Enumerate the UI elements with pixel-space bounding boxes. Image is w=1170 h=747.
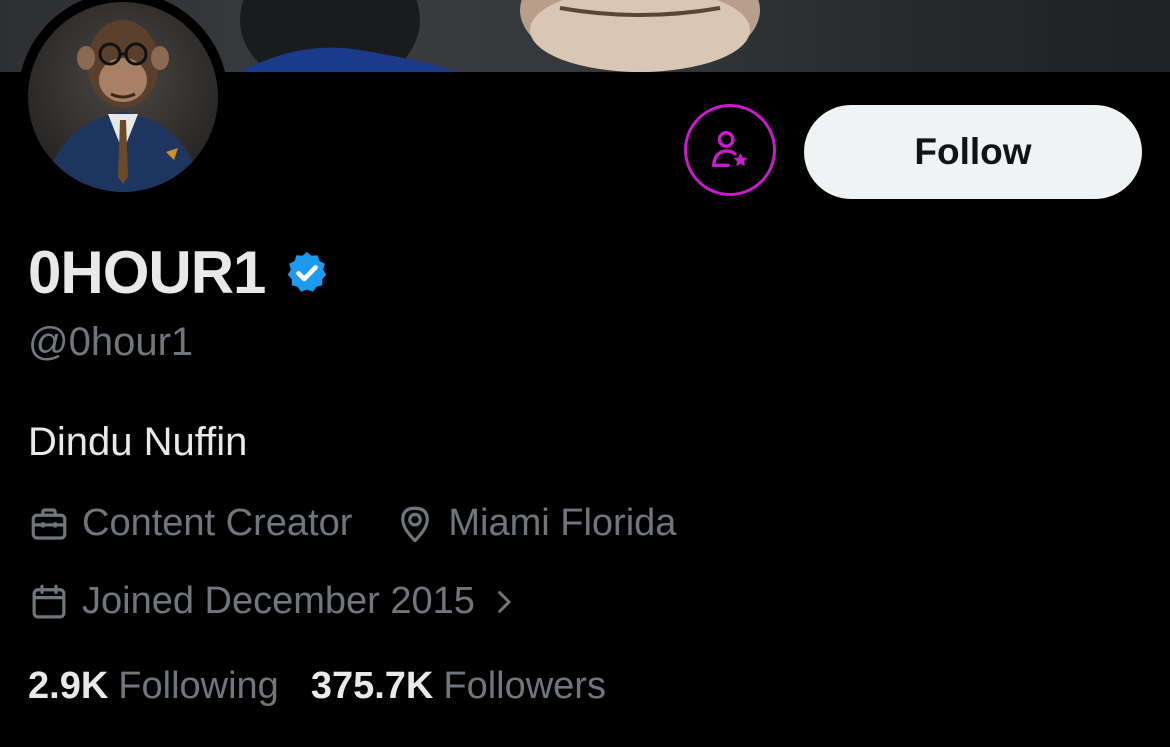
chevron-right-icon[interactable] bbox=[489, 587, 519, 617]
verified-badge-icon[interactable] bbox=[283, 249, 331, 297]
followers-count: 375.7K bbox=[310, 665, 434, 707]
location-pin-icon bbox=[401, 506, 430, 542]
location-item: Miami Florida bbox=[394, 502, 676, 545]
avatar[interactable] bbox=[28, 2, 218, 192]
briefcase-icon bbox=[31, 507, 67, 540]
followers-label: Followers bbox=[443, 665, 606, 707]
subscribe-button[interactable] bbox=[684, 104, 776, 196]
follow-button[interactable]: Follow bbox=[804, 105, 1142, 199]
joined-item[interactable]: Joined December 2015 bbox=[28, 580, 519, 623]
bio: Dindu Nuffin bbox=[28, 420, 248, 464]
follow-stats: 2.9K Following 375.7K Followers bbox=[28, 665, 606, 708]
following-stat[interactable]: 2.9K Following bbox=[28, 665, 279, 708]
location-label: Miami Florida bbox=[448, 502, 677, 544]
following-count: 2.9K bbox=[28, 665, 109, 707]
following-label: Following bbox=[118, 665, 279, 707]
joined-row[interactable]: Joined December 2015 bbox=[28, 580, 519, 623]
followers-stat[interactable]: 375.7K Followers bbox=[311, 665, 606, 708]
avatar-image bbox=[43, 20, 203, 192]
profession-label: Content Creator bbox=[82, 502, 353, 544]
joined-label: Joined December 2015 bbox=[82, 580, 475, 622]
calendar-icon bbox=[32, 584, 66, 618]
profile-meta-row: Content Creator Miami Florida bbox=[28, 502, 676, 545]
avatar-frame bbox=[18, 0, 228, 202]
handle: @0hour1 bbox=[28, 320, 194, 364]
subscribe-person-star-icon bbox=[711, 131, 748, 168]
profession-item: Content Creator bbox=[28, 502, 352, 545]
display-name-row: 0HOUR1 bbox=[28, 238, 331, 307]
display-name: 0HOUR1 bbox=[28, 239, 266, 306]
